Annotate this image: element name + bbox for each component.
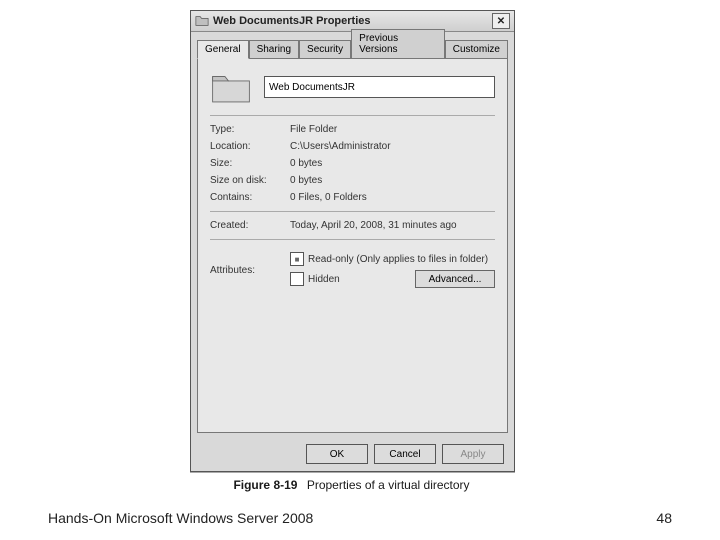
apply-button[interactable]: Apply: [442, 444, 504, 464]
folder-large-icon: [210, 69, 252, 105]
slide-page-number: 48: [656, 510, 672, 526]
value-created: Today, April 20, 2008, 31 minutes ago: [290, 220, 495, 231]
row-created: Created: Today, April 20, 2008, 31 minut…: [210, 220, 495, 231]
row-location: Location: C:\Users\Administrator: [210, 141, 495, 152]
label-size-on-disk: Size on disk:: [210, 175, 290, 186]
dialog-action-buttons: OK Cancel Apply: [306, 444, 504, 464]
tab-general[interactable]: General: [197, 40, 249, 59]
folder-header-row: [210, 69, 495, 105]
general-panel: Type: File Folder Location: C:\Users\Adm…: [197, 58, 508, 433]
value-type: File Folder: [290, 124, 495, 135]
tab-customize[interactable]: Customize: [445, 40, 508, 59]
label-location: Location:: [210, 141, 290, 152]
value-location: C:\Users\Administrator: [290, 141, 495, 152]
close-button[interactable]: ✕: [492, 13, 510, 29]
checkbox-hidden[interactable]: [290, 272, 304, 286]
figure-number: Figure 8-19: [233, 478, 297, 492]
divider: [210, 239, 495, 240]
ok-button[interactable]: OK: [306, 444, 368, 464]
dialog-client: General Sharing Security Previous Versio…: [191, 32, 514, 472]
label-hidden: Hidden: [308, 274, 340, 285]
label-type: Type:: [210, 124, 290, 135]
cancel-button[interactable]: Cancel: [374, 444, 436, 464]
checkbox-readonly-wrap: Read-only (Only applies to files in fold…: [290, 252, 495, 266]
divider: [210, 211, 495, 212]
divider: [210, 115, 495, 116]
row-type: Type: File Folder: [210, 124, 495, 135]
label-size: Size:: [210, 158, 290, 169]
checkbox-hidden-wrap: Hidden Advanced...: [290, 270, 495, 288]
label-created: Created:: [210, 220, 290, 231]
folder-icon: [195, 14, 209, 28]
row-attributes: Attributes: Read-only (Only applies to f…: [210, 248, 495, 292]
window-title: Web DocumentsJR Properties: [213, 15, 492, 27]
tab-strip: General Sharing Security Previous Versio…: [197, 38, 508, 58]
folder-name-input[interactable]: [264, 76, 495, 98]
page: Web DocumentsJR Properties ✕ General Sha…: [0, 0, 720, 540]
figure-caption-text: Properties of a virtual directory: [307, 478, 470, 492]
tab-sharing[interactable]: Sharing: [249, 40, 299, 59]
value-size: 0 bytes: [290, 158, 495, 169]
tab-security[interactable]: Security: [299, 40, 351, 59]
row-size-on-disk: Size on disk: 0 bytes: [210, 175, 495, 186]
label-attributes: Attributes:: [210, 265, 290, 276]
advanced-button[interactable]: Advanced...: [415, 270, 495, 288]
value-size-on-disk: 0 bytes: [290, 175, 495, 186]
label-contains: Contains:: [210, 192, 290, 203]
row-contains: Contains: 0 Files, 0 Folders: [210, 192, 495, 203]
properties-dialog: Web DocumentsJR Properties ✕ General Sha…: [190, 10, 515, 472]
value-contains: 0 Files, 0 Folders: [290, 192, 495, 203]
row-size: Size: 0 bytes: [210, 158, 495, 169]
checkbox-readonly[interactable]: [290, 252, 304, 266]
figure-caption: Figure 8-19 Properties of a virtual dire…: [190, 478, 513, 492]
tab-previous-versions[interactable]: Previous Versions: [351, 29, 445, 59]
slide-footer-text: Hands-On Microsoft Windows Server 2008: [48, 510, 313, 526]
label-readonly: Read-only (Only applies to files in fold…: [308, 254, 488, 265]
